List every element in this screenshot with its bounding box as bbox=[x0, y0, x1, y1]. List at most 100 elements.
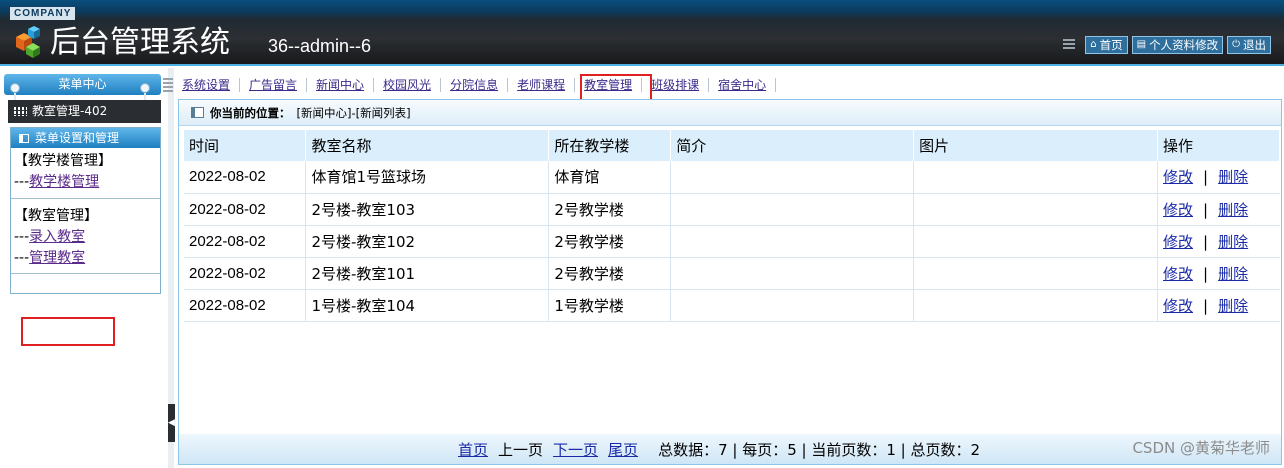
sidebar-current-module[interactable]: 教室管理-402 bbox=[8, 100, 161, 123]
cell-image bbox=[913, 289, 1159, 322]
menu-item: ---管理教室 bbox=[14, 250, 86, 266]
column-header: 所在教学楼 bbox=[548, 130, 672, 161]
menu-panel-title: 菜单设置和管理 bbox=[11, 128, 160, 148]
first-page-link[interactable]: 首页 bbox=[458, 439, 488, 460]
cell-intro bbox=[670, 161, 915, 194]
grip-icon bbox=[1063, 39, 1076, 51]
prev-page-text: 上一页 bbox=[498, 440, 544, 459]
highlight-box bbox=[21, 317, 115, 346]
edit-link[interactable]: 修改 bbox=[1163, 168, 1193, 186]
cell-name: 1号楼-教室104 bbox=[305, 289, 550, 322]
cell-name: 2号楼-教室101 bbox=[305, 257, 550, 290]
delete-link[interactable]: 删除 bbox=[1218, 201, 1248, 219]
menu-group-title: 【教室管理】 bbox=[14, 208, 98, 224]
last-page-link[interactable]: 尾页 bbox=[608, 439, 638, 460]
delete-link[interactable]: 删除 bbox=[1218, 265, 1248, 283]
next-page-link[interactable]: 下一页 bbox=[553, 439, 598, 460]
system-title: 后台管理系统 bbox=[50, 25, 230, 60]
delete-link[interactable]: 删除 bbox=[1218, 297, 1248, 315]
company-logo-text: COMPANY bbox=[10, 7, 76, 20]
cell-time: 2022-08-02 bbox=[184, 257, 307, 290]
current-module-label: 教室管理-402 bbox=[32, 104, 108, 118]
menu-link-building-manage[interactable]: 教学楼管理 bbox=[29, 174, 99, 190]
list-icon: ▤ bbox=[1136, 39, 1147, 50]
logout-label: 退出 bbox=[1243, 38, 1266, 52]
delete-link[interactable]: 删除 bbox=[1218, 233, 1248, 251]
sidebar: 菜单中心 教室管理-402 菜单设置和管理 【教学楼管理】 ---教学楼管理 【… bbox=[0, 68, 168, 468]
nav-dormitory-center[interactable]: 宿舍中心 bbox=[709, 78, 777, 92]
home-label: 首页 bbox=[1099, 38, 1123, 52]
nav-system-settings[interactable]: 系统设置 bbox=[182, 78, 241, 92]
cell-image bbox=[913, 257, 1159, 290]
table-row: 2022-08-02 体育馆1号篮球场 体育馆 修改 | 删除 bbox=[184, 161, 1280, 194]
nav-news-center[interactable]: 新闻中心 bbox=[307, 78, 375, 92]
menu-group-classroom: 【教室管理】 ---录入教室 ---管理教室 bbox=[11, 203, 160, 269]
divider bbox=[11, 273, 160, 281]
cell-actions: 修改 | 删除 bbox=[1157, 161, 1280, 194]
cell-building: 2号教学楼 bbox=[548, 225, 672, 258]
cell-image bbox=[913, 161, 1159, 194]
breadcrumb-label: 你当前的位置： bbox=[210, 105, 291, 120]
main-panel: 你当前的位置： [新闻中心]-[新闻列表] 时间 教室名称 所在教学楼 简介 图… bbox=[178, 99, 1282, 465]
pagination: 首页 上一页 下一页 尾页 总数据：7 | 每页：5 | 当前页数：1 | 总页… bbox=[179, 434, 1281, 464]
profile-edit-button[interactable]: ▤ 个人资料修改 bbox=[1131, 36, 1224, 54]
cell-building: 1号教学楼 bbox=[548, 289, 672, 322]
cell-image bbox=[913, 193, 1159, 226]
watermark: CSDN @黄菊华老师 bbox=[1132, 439, 1270, 457]
menu-item: ---教学楼管理 bbox=[14, 174, 100, 190]
cell-actions: 修改 | 删除 bbox=[1157, 257, 1280, 290]
table-row: 2022-08-02 2号楼-教室101 2号教学楼 修改 | 删除 bbox=[184, 257, 1280, 290]
top-nav: 系统设置 广告留言 新闻中心 校园风光 分院信息 老师课程 教室管理 班级排课 … bbox=[163, 74, 777, 96]
cubes-logo-icon bbox=[16, 26, 40, 58]
cell-time: 2022-08-02 bbox=[184, 193, 307, 226]
edit-link[interactable]: 修改 bbox=[1163, 297, 1193, 315]
nav-ad-messages[interactable]: 广告留言 bbox=[240, 78, 308, 92]
grip-icon bbox=[163, 78, 173, 92]
nav-branch-info[interactable]: 分院信息 bbox=[441, 78, 509, 92]
nav-class-schedule[interactable]: 班级排课 bbox=[642, 78, 710, 92]
column-header: 时间 bbox=[184, 130, 307, 161]
panel-icon bbox=[19, 133, 29, 143]
column-header: 简介 bbox=[670, 130, 915, 161]
cell-image bbox=[913, 225, 1159, 258]
cell-name: 2号楼-教室103 bbox=[305, 193, 550, 226]
edit-link[interactable]: 修改 bbox=[1163, 233, 1193, 251]
cell-intro bbox=[670, 289, 915, 322]
logout-button[interactable]: ⏻ 退出 bbox=[1227, 36, 1271, 54]
home-button[interactable]: ⌂ 首页 bbox=[1085, 36, 1128, 54]
column-header: 教室名称 bbox=[305, 130, 550, 161]
power-icon: ⏻ bbox=[1232, 39, 1240, 50]
edit-link[interactable]: 修改 bbox=[1163, 201, 1193, 219]
cell-actions: 修改 | 删除 bbox=[1157, 289, 1280, 322]
cell-intro bbox=[670, 225, 915, 258]
menu-link-manage-classroom[interactable]: 管理教室 bbox=[29, 250, 85, 266]
home-icon: ⌂ bbox=[1090, 39, 1097, 50]
cell-building: 体育馆 bbox=[548, 161, 672, 194]
column-header: 图片 bbox=[913, 130, 1159, 161]
nav-teacher-courses[interactable]: 老师课程 bbox=[508, 78, 576, 92]
profile-edit-label: 个人资料修改 bbox=[1149, 38, 1219, 52]
app-header: COMPANY 后台管理系统 36--admin--6 ⌂ 首页 ▤ 个人资料修… bbox=[0, 0, 1284, 66]
cell-time: 2022-08-02 bbox=[184, 161, 307, 194]
menu-link-add-classroom[interactable]: 录入教室 bbox=[29, 229, 85, 245]
cell-intro bbox=[670, 193, 915, 226]
table-row: 2022-08-02 1号楼-教室104 1号教学楼 修改 | 删除 bbox=[184, 289, 1280, 322]
menu-item: ---录入教室 bbox=[14, 229, 86, 245]
column-header: 操作 bbox=[1157, 130, 1280, 161]
menu-group-building: 【教学楼管理】 ---教学楼管理 bbox=[11, 148, 160, 193]
header-links: ⌂ 首页 ▤ 个人资料修改 ⏻ 退出 bbox=[1063, 36, 1271, 54]
breadcrumb: 你当前的位置： [新闻中心]-[新闻列表] bbox=[179, 100, 1281, 126]
cell-building: 2号教学楼 bbox=[548, 257, 672, 290]
cell-actions: 修改 | 删除 bbox=[1157, 225, 1280, 258]
nav-campus-scenery[interactable]: 校园风光 bbox=[374, 78, 442, 92]
divider bbox=[11, 198, 160, 199]
collapse-handle[interactable]: ◀ bbox=[168, 404, 175, 442]
user-info: 36--admin--6 bbox=[268, 36, 372, 56]
sidebar-menu-panel: 菜单设置和管理 【教学楼管理】 ---教学楼管理 【教室管理】 ---录入教室 … bbox=[10, 127, 161, 294]
breadcrumb-path: [新闻中心]-[新闻列表] bbox=[296, 105, 411, 120]
delete-link[interactable]: 删除 bbox=[1218, 168, 1248, 186]
table-row: 2022-08-02 2号楼-教室102 2号教学楼 修改 | 删除 bbox=[184, 225, 1280, 258]
menu-panel-title-text: 菜单设置和管理 bbox=[35, 131, 120, 145]
cell-actions: 修改 | 删除 bbox=[1157, 193, 1280, 226]
edit-link[interactable]: 修改 bbox=[1163, 265, 1193, 283]
